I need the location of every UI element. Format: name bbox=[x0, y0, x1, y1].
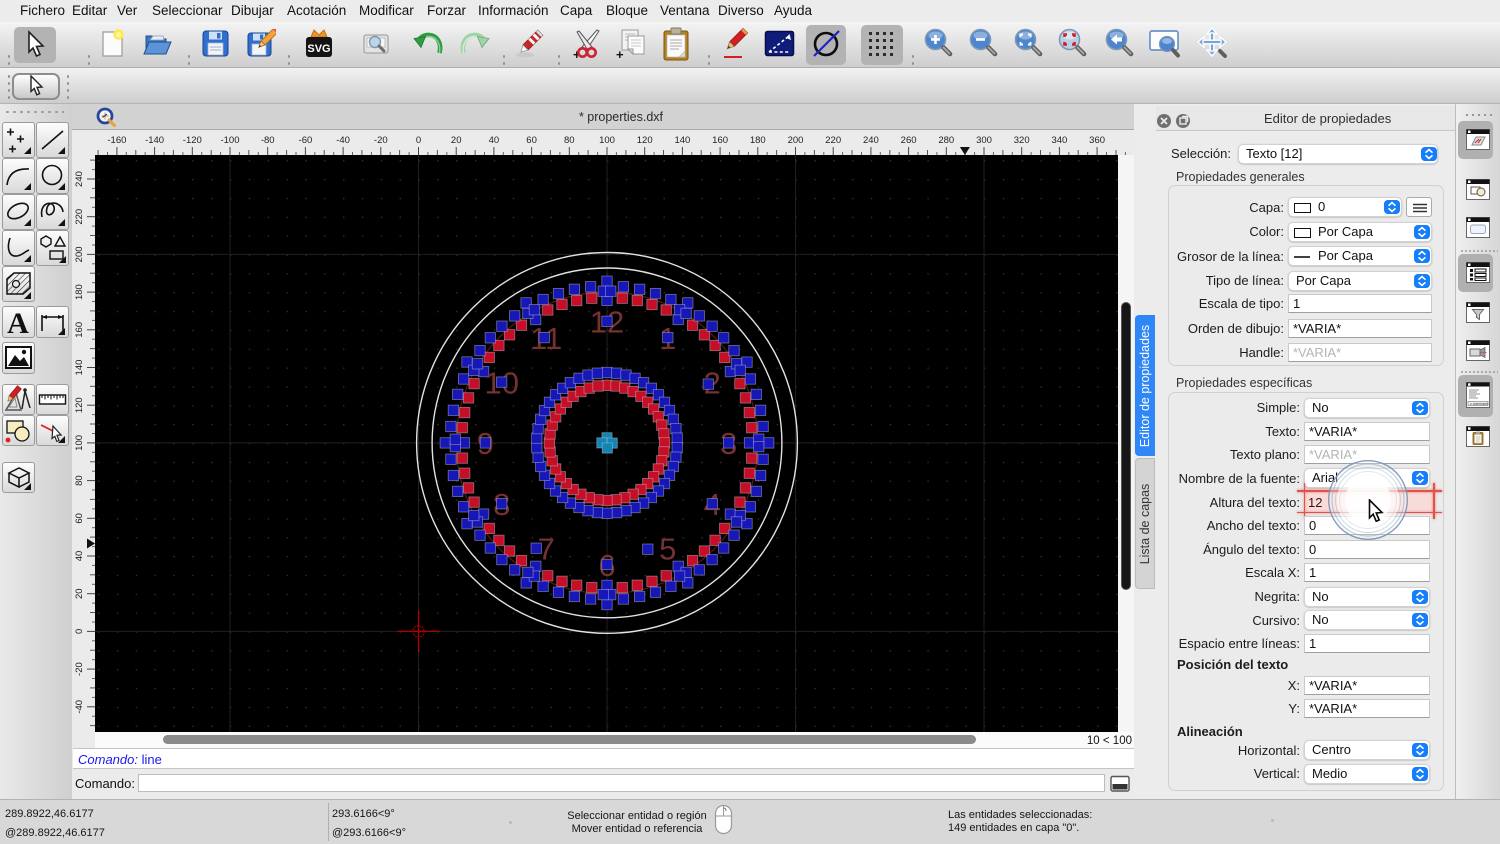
svg-text:20: 20 bbox=[451, 135, 462, 146]
svg-text:c command: c command bbox=[1470, 402, 1488, 406]
svg-text:120: 120 bbox=[637, 135, 653, 146]
svg-text:220: 220 bbox=[74, 209, 85, 225]
svg-text:-120: -120 bbox=[183, 135, 202, 146]
svg-text:0: 0 bbox=[416, 135, 421, 146]
svg-text:60: 60 bbox=[74, 513, 85, 524]
svg-text:280: 280 bbox=[938, 135, 954, 146]
svg-text:40: 40 bbox=[489, 135, 500, 146]
svg-text:120: 120 bbox=[74, 397, 85, 413]
svg-text:140: 140 bbox=[674, 135, 690, 146]
svg-text:80: 80 bbox=[74, 475, 85, 486]
svg-text:100: 100 bbox=[74, 435, 85, 451]
svg-text:-60: -60 bbox=[299, 135, 313, 146]
svg-text:320: 320 bbox=[1014, 135, 1030, 146]
svg-text:80: 80 bbox=[564, 135, 575, 146]
svg-text:-20: -20 bbox=[74, 662, 85, 676]
svg-text:A: A bbox=[7, 307, 29, 337]
svg-text:-160: -160 bbox=[107, 135, 126, 146]
svg-text:-20: -20 bbox=[374, 135, 388, 146]
svg-text:240: 240 bbox=[74, 171, 85, 187]
svg-text:100: 100 bbox=[599, 135, 615, 146]
svg-text:40: 40 bbox=[74, 551, 85, 562]
svg-text:0: 0 bbox=[74, 629, 85, 634]
svg-text:5: 5 bbox=[659, 532, 676, 567]
svg-text:200: 200 bbox=[74, 246, 85, 262]
svg-text:200: 200 bbox=[788, 135, 804, 146]
svg-text:300: 300 bbox=[976, 135, 992, 146]
svg-text:-100: -100 bbox=[220, 135, 239, 146]
svg-text:360: 360 bbox=[1089, 135, 1105, 146]
svg-text:160: 160 bbox=[74, 322, 85, 338]
svg-text:60: 60 bbox=[526, 135, 537, 146]
svg-text:-40: -40 bbox=[74, 700, 85, 714]
svg-text:140: 140 bbox=[74, 360, 85, 376]
svg-text:-80: -80 bbox=[261, 135, 275, 146]
svg-text:220: 220 bbox=[825, 135, 841, 146]
svg-text:340: 340 bbox=[1051, 135, 1067, 146]
svg-text:260: 260 bbox=[901, 135, 917, 146]
svg-text:20: 20 bbox=[74, 588, 85, 599]
svg-text:180: 180 bbox=[74, 284, 85, 300]
svg-text:-40: -40 bbox=[336, 135, 350, 146]
svg-text:160: 160 bbox=[712, 135, 728, 146]
svg-text:240: 240 bbox=[863, 135, 879, 146]
svg-text:-140: -140 bbox=[145, 135, 164, 146]
svg-text:180: 180 bbox=[750, 135, 766, 146]
svg-text:SVG: SVG bbox=[307, 43, 330, 55]
